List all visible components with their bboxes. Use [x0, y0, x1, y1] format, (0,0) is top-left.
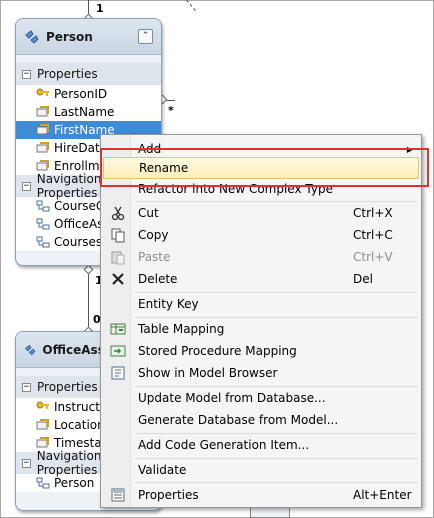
property-icon: [36, 419, 49, 430]
menu-item-stored-procedure-mapping[interactable]: Stored Procedure Mapping: [103, 340, 419, 362]
property-label: PersonID: [54, 87, 108, 101]
property-label: LastName: [54, 105, 115, 119]
property-item[interactable]: PersonID: [16, 85, 161, 103]
entity-title: Person: [46, 29, 93, 44]
menu-separator: [135, 482, 417, 483]
key-property-icon: [36, 401, 49, 409]
section-label: Properties: [37, 67, 98, 81]
property-icon: [36, 106, 49, 117]
property-icon: [36, 142, 49, 153]
menu-item-paste: Paste Ctrl+V: [103, 246, 419, 268]
paste-icon: [111, 251, 125, 265]
section-label: Properties: [37, 380, 98, 394]
context-menu[interactable]: Add ▶ Rename Refactor into New Complex T…: [100, 134, 422, 508]
collapse-toggle-icon[interactable]: −: [22, 181, 31, 191]
menu-item-delete[interactable]: Delete Del: [103, 268, 419, 290]
property-icon: [36, 437, 49, 448]
property-label: Person: [54, 476, 95, 490]
collapse-icon[interactable]: ⌃: [138, 29, 153, 44]
key-property-icon: [36, 88, 49, 96]
property-icon: [36, 124, 49, 135]
property-item[interactable]: LastName: [16, 103, 161, 121]
stored-procedure-mapping-icon: [110, 345, 126, 357]
navigation-property-icon: [36, 200, 50, 212]
navigation-property-icon: [36, 477, 50, 489]
rename-highlight-callout: [100, 148, 429, 187]
navigation-property-icon: [36, 218, 50, 230]
menu-item-add-code-generation[interactable]: Add Code Generation Item...: [103, 434, 419, 456]
menu-item-validate[interactable]: Validate: [103, 459, 419, 481]
menu-item-show-in-model-browser[interactable]: Show in Model Browser: [103, 362, 419, 384]
property-label: Location: [54, 418, 105, 432]
section-header-properties[interactable]: − Properties: [16, 63, 161, 85]
properties-icon: [111, 488, 125, 502]
entity-header[interactable]: Person ⌃: [16, 19, 161, 55]
delete-icon: [112, 273, 124, 285]
menu-item-update-model[interactable]: Update Model from Database...: [103, 387, 419, 409]
menu-item-table-mapping[interactable]: Table Mapping: [103, 318, 419, 340]
menu-item-copy[interactable]: Copy Ctrl+C: [103, 224, 419, 246]
multiplicity-label: 1: [96, 2, 104, 15]
collapse-toggle-icon[interactable]: −: [22, 458, 31, 468]
copy-icon: [111, 228, 125, 243]
collapse-toggle-icon[interactable]: −: [22, 382, 31, 392]
entity-type-icon: [24, 344, 36, 355]
menu-item-properties[interactable]: Properties Alt+Enter: [103, 484, 419, 506]
navigation-property-icon: [36, 236, 50, 248]
menu-item-generate-database[interactable]: Generate Database from Model...: [103, 409, 419, 431]
entity-type-icon: [25, 29, 39, 44]
model-browser-icon: [111, 366, 125, 380]
collapse-toggle-icon[interactable]: −: [22, 69, 31, 79]
menu-item-cut[interactable]: Cut Ctrl+X: [103, 202, 419, 224]
scissors-icon: [111, 206, 125, 221]
menu-item-entity-key[interactable]: Entity Key: [103, 293, 419, 315]
multiplicity-label: *: [168, 104, 174, 117]
property-label: Courses: [54, 235, 103, 249]
table-mapping-icon: [110, 323, 126, 335]
property-icon: [36, 160, 49, 171]
